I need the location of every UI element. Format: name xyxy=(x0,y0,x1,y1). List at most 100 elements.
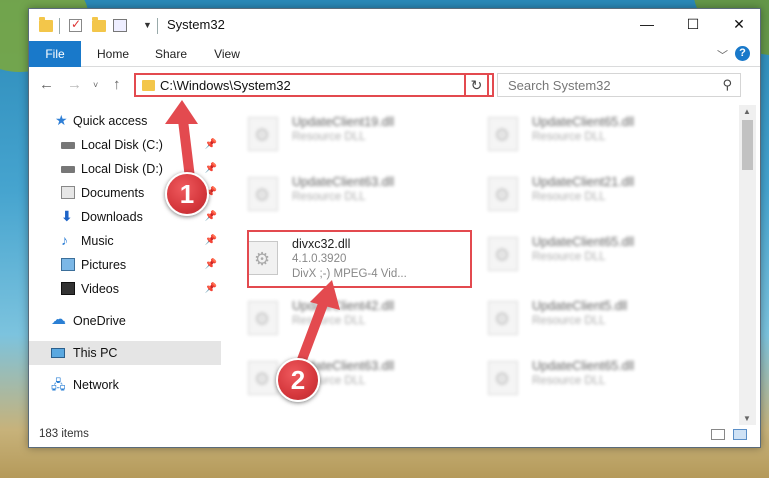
file-item[interactable]: UpdateClient65.dll Resource DLL xyxy=(464,109,694,159)
explorer-window: ▼ System32 — ☐ ✕ File Home Share View ﹀ … xyxy=(28,8,761,448)
pin-icon[interactable]: 📌 xyxy=(205,133,217,157)
recent-locations-icon[interactable]: ˅ xyxy=(93,80,98,90)
pin-icon[interactable]: 📌 xyxy=(205,157,217,181)
search-input[interactable]: Search System32 xyxy=(508,78,611,93)
file-item[interactable]: UpdateClient5.dll Resource DLL xyxy=(464,293,694,343)
tab-file[interactable]: File xyxy=(29,41,81,67)
status-bar: 183 items xyxy=(29,423,760,447)
file-name: UpdateClient65.dll xyxy=(532,359,635,373)
file-item[interactable]: UpdateClient19.dll Resource DLL xyxy=(224,109,454,159)
vertical-scrollbar[interactable]: ▲ ▼ xyxy=(739,105,756,425)
sidebar-item-pictures[interactable]: Pictures 📌 xyxy=(29,253,221,277)
sidebar-item-label: Pictures xyxy=(81,258,127,272)
file-item[interactable]: UpdateClient63.dll Resource DLL xyxy=(224,353,454,403)
search-box[interactable]: Search System32 ⚲ xyxy=(497,73,741,97)
details-view-icon[interactable] xyxy=(711,429,725,440)
file-description: Resource DLL xyxy=(532,315,606,327)
file-name: UpdateClient63.dll xyxy=(292,175,395,189)
file-name: UpdateClient19.dll xyxy=(292,115,395,129)
dll-file-icon xyxy=(488,237,518,271)
star-icon: ★ xyxy=(55,112,68,128)
window-title: System32 xyxy=(167,17,225,32)
ribbon-tabs: File Home Share View ﹀ ? xyxy=(29,41,760,67)
dll-file-icon xyxy=(488,177,518,211)
documents-icon xyxy=(61,186,75,199)
highlight-box xyxy=(247,230,472,288)
large-icons-view-icon[interactable] xyxy=(733,429,747,440)
sidebar-item-music[interactable]: ♪ Music 📌 xyxy=(29,229,221,253)
quick-access-dropdown-icon[interactable]: ▼ xyxy=(143,20,152,36)
title-bar: ▼ System32 — ☐ ✕ xyxy=(29,9,760,41)
file-name: UpdateClient65.dll xyxy=(532,115,635,129)
toolbar-divider xyxy=(59,18,60,34)
up-arrow-icon[interactable]: ↑ xyxy=(113,76,121,93)
sidebar-item-label: Network xyxy=(73,378,119,392)
file-item[interactable]: UpdateClient63.dll Resource DLL xyxy=(224,169,454,219)
folder-icon[interactable] xyxy=(39,17,53,32)
refresh-button[interactable]: ↻ xyxy=(464,73,489,97)
item-count: 183 items xyxy=(39,428,89,440)
address-row: ← → ˅ ↑ C:\Windows\System32 ⌄ ↻ Search S… xyxy=(29,68,760,102)
sidebar-item-local-disk-c[interactable]: Local Disk (C:) 📌 xyxy=(29,133,221,157)
tab-view[interactable]: View xyxy=(207,41,247,67)
customize-toolbar-icon[interactable] xyxy=(113,19,127,32)
videos-icon xyxy=(61,282,75,295)
sidebar-item-label: This PC xyxy=(73,346,118,360)
back-arrow-icon[interactable]: ← xyxy=(39,76,54,93)
navigation-pane: ★ Quick access Local Disk (C:) 📌 Local D… xyxy=(29,105,221,425)
file-description: Resource DLL xyxy=(292,191,366,203)
sidebar-item-label: Documents xyxy=(81,186,145,200)
sidebar-item-label: Quick access xyxy=(73,114,148,128)
file-description: Resource DLL xyxy=(532,375,606,387)
close-icon[interactable]: ✕ xyxy=(716,9,762,39)
file-description: Resource DLL xyxy=(292,315,366,327)
file-item[interactable]: UpdateClient65.dll Resource DLL xyxy=(464,229,694,279)
sidebar-item-quick-access[interactable]: ★ Quick access xyxy=(29,109,221,133)
tab-share[interactable]: Share xyxy=(149,41,193,67)
pin-icon[interactable]: 📌 xyxy=(205,253,217,277)
scroll-thumb[interactable] xyxy=(742,120,753,170)
pin-icon[interactable]: 📌 xyxy=(205,277,217,301)
address-bar[interactable]: C:\Windows\System32 ⌄ xyxy=(134,73,494,97)
new-folder-icon[interactable] xyxy=(92,17,106,32)
dll-file-icon xyxy=(488,117,518,151)
drive-icon xyxy=(61,166,75,173)
dll-file-icon xyxy=(488,361,518,395)
sidebar-item-network[interactable]: 🖧 Network xyxy=(29,373,221,397)
computer-icon xyxy=(51,348,65,358)
minimize-icon[interactable]: — xyxy=(624,9,670,39)
file-description: Resource DLL xyxy=(292,131,366,143)
help-icon[interactable]: ? xyxy=(735,46,750,61)
maximize-icon[interactable]: ☐ xyxy=(670,9,716,39)
file-item[interactable]: UpdateClient42.dll Resource DLL xyxy=(224,293,454,343)
sidebar-item-label: Local Disk (C:) xyxy=(81,138,163,152)
folder-icon xyxy=(142,80,155,91)
file-item[interactable]: UpdateClient65.dll Resource DLL xyxy=(464,353,694,403)
file-description: Resource DLL xyxy=(532,191,606,203)
sidebar-item-label: Downloads xyxy=(81,210,143,224)
sidebar-item-label: Music xyxy=(81,234,114,248)
dll-file-icon xyxy=(248,117,278,151)
pin-icon[interactable]: 📌 xyxy=(205,229,217,253)
sidebar-item-label: OneDrive xyxy=(73,314,126,328)
pictures-icon xyxy=(61,258,75,271)
file-item[interactable]: UpdateClient21.dll Resource DLL xyxy=(464,169,694,219)
scroll-up-icon[interactable]: ▲ xyxy=(743,107,751,116)
file-description: Resource DLL xyxy=(532,251,606,263)
sidebar-item-videos[interactable]: Videos 📌 xyxy=(29,277,221,301)
tab-home[interactable]: Home xyxy=(91,41,135,67)
forward-arrow-icon[interactable]: → xyxy=(67,76,82,93)
step-badge-2: 2 xyxy=(276,358,320,402)
sidebar-item-this-pc[interactable]: This PC xyxy=(29,341,221,365)
pin-icon[interactable]: 📌 xyxy=(205,205,217,229)
chevron-down-icon[interactable]: ﹀ xyxy=(717,47,728,63)
dll-file-icon xyxy=(248,361,278,395)
sidebar-item-onedrive[interactable]: ☁ OneDrive xyxy=(29,309,221,333)
search-icon[interactable]: ⚲ xyxy=(722,77,732,93)
scroll-down-icon[interactable]: ▼ xyxy=(743,414,751,423)
dll-file-icon xyxy=(488,301,518,335)
address-path[interactable]: C:\Windows\System32 xyxy=(160,78,291,93)
properties-check-icon[interactable] xyxy=(69,17,82,32)
downloads-icon: ⬇ xyxy=(61,208,73,224)
file-name: UpdateClient5.dll xyxy=(532,299,628,313)
